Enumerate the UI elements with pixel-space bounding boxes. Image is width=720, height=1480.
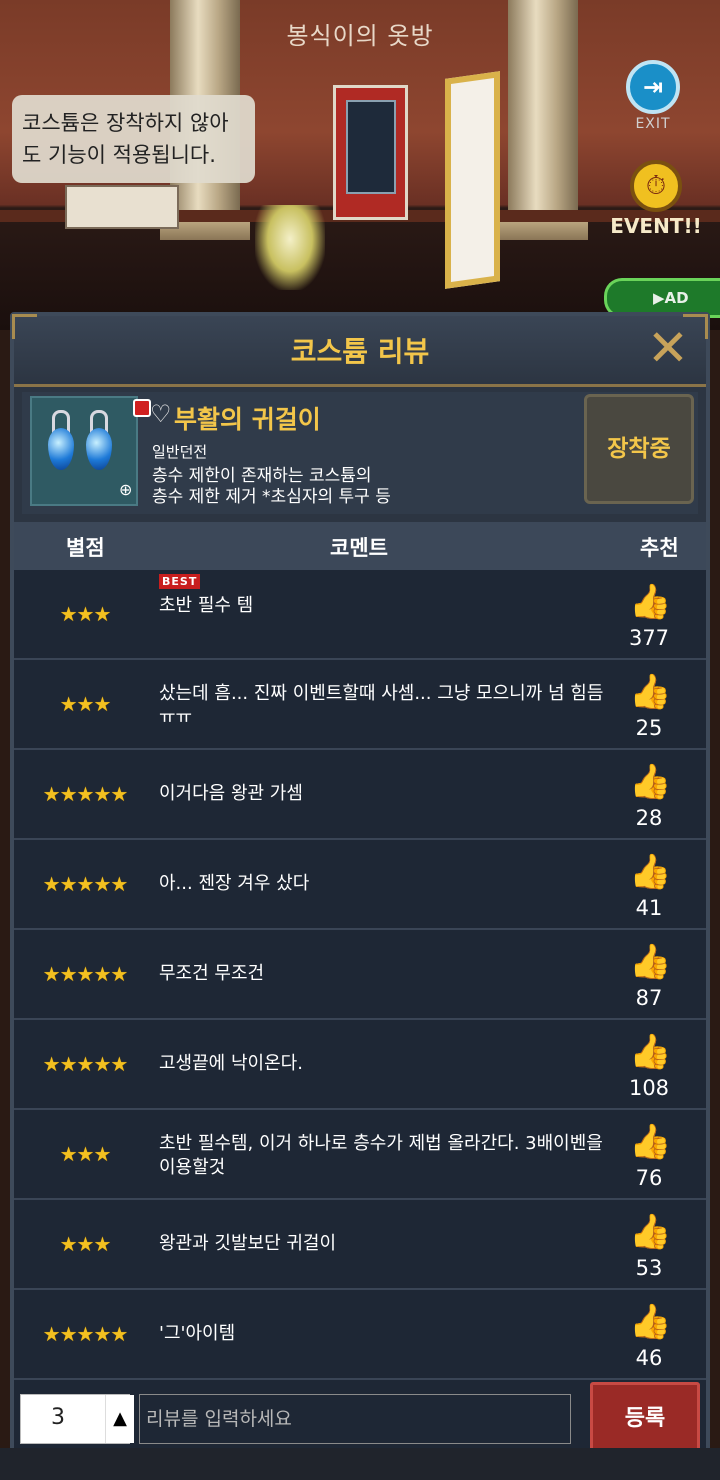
like-count: 377	[628, 626, 670, 650]
review-table-header: 별점 코멘트 추천	[14, 522, 706, 570]
column-comment: 코멘트	[330, 536, 388, 560]
review-row: ★★★★★ 이거다음 왕관 가셈 👍 28	[14, 750, 706, 840]
exit-icon: ⇥	[626, 60, 680, 114]
review-comment: 이거다음 왕관 가셈	[159, 783, 303, 804]
review-comment: 아... 젠장 겨우 샀다	[159, 873, 310, 894]
zoom-icon[interactable]: ⊕	[119, 480, 137, 499]
review-input[interactable]	[139, 1394, 571, 1444]
review-row: ★★★★★ 무조건 무조건 👍 87	[14, 930, 706, 1020]
review-comment: 초반 필수템, 이거 하나로 층수가 제법 올라간다. 3배이벤을 이용할것	[159, 1133, 603, 1178]
vending-machine	[333, 85, 408, 220]
item-thumbnail[interactable]: ⊕	[30, 396, 151, 506]
thumbs-up-icon[interactable]: 👍	[629, 944, 671, 980]
equipped-button[interactable]: 장착중	[584, 394, 694, 504]
event-label: EVENT!!	[610, 214, 702, 238]
review-comment: 고생끝에 낙이온다.	[159, 1053, 303, 1074]
star-rating: ★★★★★	[42, 1052, 129, 1076]
event-button[interactable]: ⏱ EVENT!!	[606, 160, 706, 238]
like-count: 46	[635, 1346, 663, 1370]
mirror	[445, 71, 500, 289]
review-comment: '그'아이템	[159, 1323, 236, 1344]
game-scene: 봉식이의 옷방 코스튬은 장착하지 않아 도 기능이 적용됩니다. ⇥ EXIT…	[0, 0, 720, 330]
panel-header: 코스튬 리뷰 ✕	[12, 314, 708, 387]
best-badge: BEST	[159, 574, 201, 589]
review-row: ★★★ BEST 초반 필수 템 👍 377	[14, 570, 706, 660]
thumbs-up-icon[interactable]: 👍	[629, 1124, 671, 1160]
thumbs-up-icon[interactable]: 👍	[629, 674, 671, 710]
review-row: ★★★ 왕관과 깃발보단 귀걸이 👍 53	[14, 1200, 706, 1290]
item-category: 일반던전	[152, 443, 208, 461]
star-rating: ★★★	[59, 1232, 112, 1256]
arrow-up-icon[interactable]: ▲	[105, 1395, 134, 1443]
like-count: 108	[628, 1076, 670, 1100]
column-rating: 별점	[66, 536, 105, 560]
rating-stepper[interactable]: 3 ▲	[20, 1394, 134, 1444]
review-row: ★★★★★ 고생끝에 낙이온다. 👍 108	[14, 1020, 706, 1110]
thumbs-up-icon[interactable]: 👍	[629, 764, 671, 800]
scene-title: 봉식이의 옷방	[286, 22, 434, 50]
close-icon[interactable]: ✕	[640, 320, 696, 376]
star-rating: ★★★	[59, 1142, 112, 1166]
thumbs-up-icon[interactable]: 👍	[629, 1034, 671, 1070]
exit-button[interactable]: ⇥ EXIT	[622, 60, 684, 132]
thumbs-up-icon[interactable]: 👍	[629, 584, 671, 620]
panel-title: 코스튬 리뷰	[290, 335, 430, 368]
thumbs-up-icon[interactable]: 👍	[629, 854, 671, 890]
earring-gem-icon	[86, 428, 112, 470]
star-rating: ★★★	[59, 602, 112, 626]
like-count: 41	[635, 896, 663, 920]
heart-icon[interactable]: ♡	[150, 400, 172, 428]
exit-label: EXIT	[635, 116, 671, 132]
review-list[interactable]: ★★★ BEST 초반 필수 템 👍 377 ★★★ 샀는데 흠... 진짜 이…	[14, 570, 706, 1380]
review-row: ★★★★★ '그'아이템 👍 46	[14, 1290, 706, 1380]
like-count: 76	[635, 1166, 663, 1190]
item-info: ⊕ ♡ 부활의 귀걸이 일반던전 층수 제한이 존재하는 코스튬의 층수 제한 …	[22, 392, 698, 514]
review-row: ★★★★★ 아... 젠장 겨우 샀다 👍 41	[14, 840, 706, 930]
review-comment: 초반 필수 템	[159, 595, 254, 616]
star-rating: ★★★★★	[42, 1322, 129, 1346]
item-name: 부활의 귀걸이	[174, 405, 321, 434]
rating-value: 3	[51, 1405, 65, 1430]
costume-review-panel: 코스튬 리뷰 ✕ ⊕ ♡ 부활의 귀걸이 일반던전 층수 제한이 존재하는 코스…	[10, 312, 710, 1472]
review-comment: 무조건 무조건	[159, 963, 265, 984]
bench-decoration	[65, 185, 179, 229]
like-count: 87	[635, 986, 663, 1010]
column-recommend: 추천	[640, 536, 679, 560]
star-rating: ★★★★★	[42, 782, 129, 806]
review-comment: 샀는데 흠... 진짜 이벤트할때 사셈... 그냥 모으니까 넘 힘듬 ㅠㅠ	[159, 683, 604, 728]
star-rating: ★★★	[59, 692, 112, 716]
player-character	[255, 205, 325, 290]
thumbs-up-icon[interactable]: 👍	[629, 1304, 671, 1340]
review-row: ★★★ 샀는데 흠... 진짜 이벤트할때 사셈... 그냥 모으니까 넘 힘듬…	[14, 660, 706, 750]
submit-button[interactable]: 등록	[590, 1382, 700, 1456]
clock-icon: ⏱	[630, 160, 682, 212]
bottom-tab-bar	[0, 1448, 720, 1480]
star-rating: ★★★★★	[42, 872, 129, 896]
like-count: 53	[635, 1256, 663, 1280]
sword-badge-icon	[133, 399, 151, 417]
review-row: ★★★ 초반 필수템, 이거 하나로 층수가 제법 올라간다. 3배이벤을 이용…	[14, 1110, 706, 1200]
info-tooltip: 코스튬은 장착하지 않아 도 기능이 적용됩니다.	[12, 95, 255, 183]
review-comment: 왕관과 깃발보단 귀걸이	[159, 1233, 337, 1254]
earring-gem-icon	[48, 428, 74, 470]
thumbs-up-icon[interactable]: 👍	[629, 1214, 671, 1250]
star-rating: ★★★★★	[42, 962, 129, 986]
like-count: 28	[635, 806, 663, 830]
like-count: 25	[635, 716, 663, 740]
tooltip-line: 도 기능이 적용됩니다.	[22, 143, 216, 167]
item-description: 층수 제한 제거 *초심자의 투구 등	[152, 487, 391, 507]
tooltip-line: 코스튬은 장착하지 않아	[22, 111, 229, 135]
